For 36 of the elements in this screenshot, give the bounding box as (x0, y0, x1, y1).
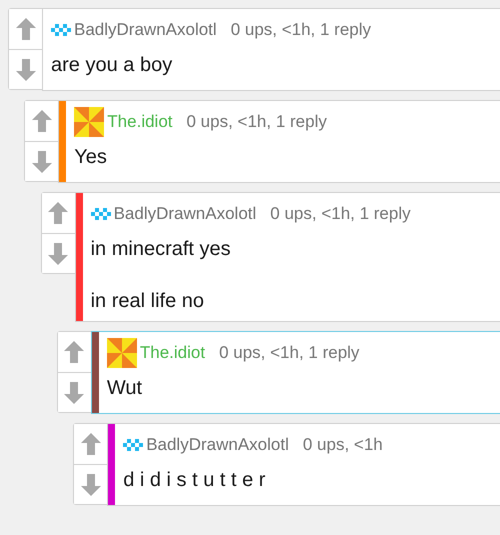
down-arrow-icon (64, 382, 84, 404)
downvote-button[interactable] (58, 372, 91, 412)
down-arrow-icon (48, 242, 68, 264)
comment-meta: 0 ups, <1h, 1 reply (230, 20, 372, 40)
comment-text: in minecraft yes (90, 237, 232, 261)
username-link[interactable]: The.idiot (140, 343, 206, 363)
username-link[interactable]: BadlyDrawnAxolotl (74, 20, 217, 40)
up-arrow-icon (64, 341, 84, 363)
up-arrow-icon (80, 433, 101, 455)
comment-meta: 0 ups, <1h, 1 reply (186, 112, 327, 132)
pixel-avatar-icon (90, 207, 111, 221)
comment-text: are you a boy (51, 53, 174, 77)
down-arrow-icon (32, 150, 52, 172)
pixel-avatar-icon (51, 23, 71, 37)
username-link[interactable]: BadlyDrawnAxolotl (146, 435, 289, 455)
comment-text: Wut (106, 376, 144, 400)
comment-meta: 0 ups, <1h (302, 435, 383, 455)
down-arrow-icon (80, 474, 101, 496)
up-arrow-icon (48, 202, 68, 224)
pixel-avatar-icon (123, 438, 144, 452)
comment-meta: 0 ups, <1h, 1 reply (219, 343, 360, 363)
pinwheel-avatar-icon (74, 107, 104, 137)
downvote-button[interactable] (74, 464, 108, 504)
downvote-button[interactable] (9, 49, 42, 89)
comment-text: in real life no (90, 289, 205, 313)
comment-text: Yes (74, 145, 108, 169)
up-arrow-icon (16, 18, 36, 40)
pinwheel-avatar-icon (106, 338, 137, 368)
username-link[interactable]: The.idiot (107, 112, 172, 132)
comment-text: d i d i s t u t t e r (123, 468, 266, 492)
downvote-button[interactable] (25, 141, 58, 181)
up-arrow-icon (32, 110, 52, 132)
down-arrow-icon (16, 58, 36, 80)
username-link[interactable]: BadlyDrawnAxolotl (114, 204, 256, 224)
downvote-button[interactable] (42, 233, 75, 273)
comment-meta: 0 ups, <1h, 1 reply (270, 204, 411, 224)
